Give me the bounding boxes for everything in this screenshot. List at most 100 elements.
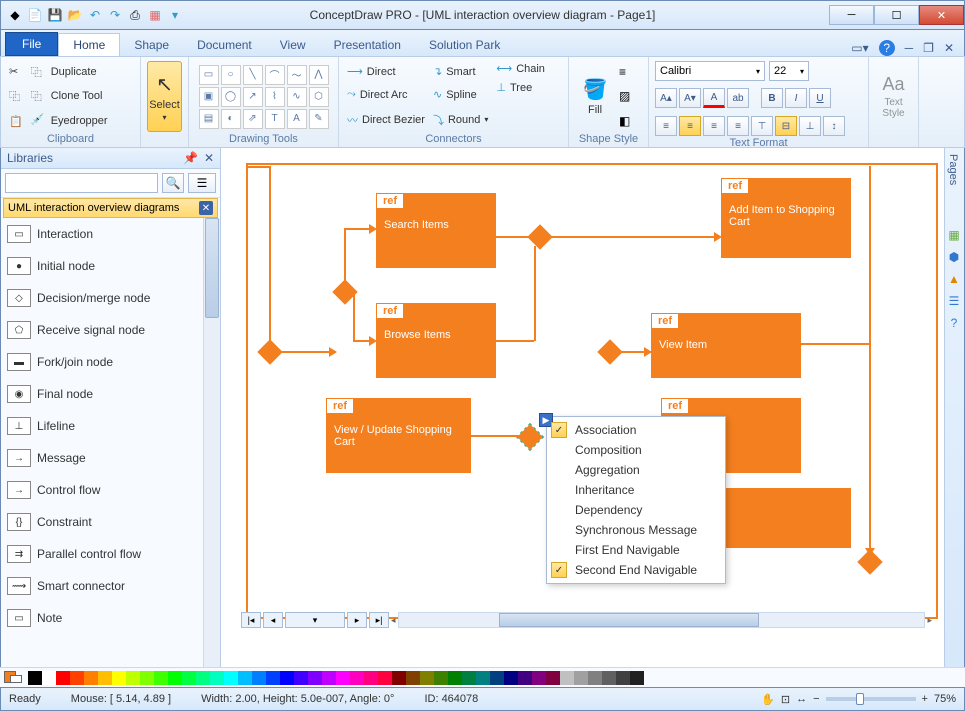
library-item[interactable]: ⬠Receive signal node [1, 314, 220, 346]
color-swatch[interactable] [126, 671, 140, 685]
ref-view-item[interactable]: ref View Item [651, 313, 801, 378]
help-icon[interactable]: ? [879, 40, 895, 56]
color-swatch[interactable] [378, 671, 392, 685]
ref-view-update-cart[interactable]: ref View / Update Shopping Cart [326, 398, 471, 473]
tool-13[interactable]: ▤ [199, 109, 219, 129]
color-swatch[interactable] [322, 671, 336, 685]
tool-11[interactable]: ∿ [287, 87, 307, 107]
color-swatch[interactable] [238, 671, 252, 685]
undo-icon[interactable]: ↶ [87, 7, 103, 23]
tab-presentation[interactable]: Presentation [320, 34, 415, 56]
tree-connector[interactable]: ⊥Tree [494, 80, 547, 95]
pages-panel-tab[interactable]: Pages ▦ ⬢ ▲ ☰ ? [944, 148, 964, 667]
context-menu-item[interactable]: Aggregation [547, 460, 725, 480]
color-swatch[interactable] [364, 671, 378, 685]
smart-connector[interactable]: ↴Smart [431, 64, 490, 79]
minimize-ribbon-icon[interactable]: ─ [905, 41, 914, 55]
style-icon[interactable]: ◧ [619, 114, 630, 128]
tool-18[interactable]: ✎ [309, 109, 329, 129]
color-swatch[interactable] [294, 671, 308, 685]
library-item[interactable]: ⇉Parallel control flow [1, 538, 220, 570]
color-swatch[interactable] [616, 671, 630, 685]
text-direction[interactable]: ↕ [823, 116, 845, 136]
zoom-slider[interactable] [826, 697, 916, 701]
color-swatch[interactable] [434, 671, 448, 685]
color-swatch[interactable] [252, 671, 266, 685]
color-swatch[interactable] [602, 671, 616, 685]
cut-button[interactable]: ✂ [7, 64, 25, 79]
decrease-font-button[interactable]: A▾ [679, 88, 701, 108]
prev-page-button[interactable]: ◂ [263, 612, 283, 628]
color-swatch[interactable] [560, 671, 574, 685]
save-icon[interactable]: 💾 [47, 7, 63, 23]
library-item[interactable]: ●Initial node [1, 250, 220, 282]
color-swatch[interactable] [350, 671, 364, 685]
tab-shape[interactable]: Shape [120, 34, 183, 56]
italic-button[interactable]: I [785, 88, 807, 108]
search-button[interactable]: 🔍 [162, 173, 184, 193]
library-item[interactable]: ⟿Smart connector [1, 570, 220, 602]
qat-dropdown-icon[interactable]: ▾ [167, 7, 183, 23]
open-icon[interactable]: 📂 [67, 7, 83, 23]
line-tool[interactable]: ╲ [243, 65, 263, 85]
context-menu-item[interactable]: Synchronous Message [547, 520, 725, 540]
library-item[interactable]: ▭Note [1, 602, 220, 634]
tab-document[interactable]: Document [183, 34, 266, 56]
color-swatch[interactable] [42, 671, 56, 685]
align-right[interactable]: ≡ [703, 116, 725, 136]
ref-box-lower[interactable] [721, 488, 851, 548]
ref-browse-items[interactable]: ref Browse Items [376, 303, 496, 378]
text-style-button[interactable]: Aa Text Style [875, 61, 912, 132]
shadow-icon[interactable]: ▨ [619, 89, 630, 103]
duplicate-button[interactable]: ⿻Duplicate [29, 63, 110, 81]
color-swatch[interactable] [280, 671, 294, 685]
line-style-icon[interactable]: ≡ [619, 65, 630, 79]
side-help-icon[interactable]: ? [951, 316, 958, 330]
font-size-combo[interactable]: 22▾ [769, 61, 809, 81]
library-item[interactable]: ▭Interaction [1, 218, 220, 250]
window-options-icon[interactable]: ▭▾ [851, 41, 868, 55]
library-item[interactable]: ◉Final node [1, 378, 220, 410]
tool-12[interactable]: ⬡ [309, 87, 329, 107]
color-swatch[interactable] [574, 671, 588, 685]
align-center[interactable]: ≡ [679, 116, 701, 136]
color-swatch[interactable] [490, 671, 504, 685]
font-color-button[interactable]: A [703, 88, 725, 108]
color-swatch[interactable] [70, 671, 84, 685]
align-left[interactable]: ≡ [655, 116, 677, 136]
color-swatch[interactable] [112, 671, 126, 685]
increase-font-button[interactable]: A▴ [655, 88, 677, 108]
tool-15[interactable]: ⇗ [243, 109, 263, 129]
pin-icon[interactable]: 📌 [183, 151, 198, 165]
context-menu-item[interactable]: Second End Navigable✓ [547, 560, 725, 580]
library-item[interactable]: →Control flow [1, 474, 220, 506]
color-swatch[interactable] [336, 671, 350, 685]
color-swatch[interactable] [168, 671, 182, 685]
tool-16[interactable]: T [265, 109, 285, 129]
library-item[interactable]: ▬Fork/join node [1, 346, 220, 378]
direct-arc-connector[interactable]: ⤳Direct Arc [345, 87, 427, 102]
side-icon-2[interactable]: ⬢ [949, 250, 959, 264]
curve-tool[interactable]: 〜 [287, 65, 307, 85]
context-menu-item[interactable]: Composition [547, 440, 725, 460]
color-swatch[interactable] [210, 671, 224, 685]
color-swatch[interactable] [196, 671, 210, 685]
color-swatch[interactable] [182, 671, 196, 685]
horizontal-scrollbar[interactable] [398, 612, 926, 628]
color-swatch[interactable] [154, 671, 168, 685]
color-swatch[interactable] [504, 671, 518, 685]
close-library-button[interactable]: ✕ [199, 201, 213, 215]
polyline-tool[interactable]: ⋀ [309, 65, 329, 85]
library-item[interactable]: ⊥Lifeline [1, 410, 220, 442]
underline-button[interactable]: U [809, 88, 831, 108]
align-justify[interactable]: ≡ [727, 116, 749, 136]
library-item[interactable]: {}Constraint [1, 506, 220, 538]
color-swatch[interactable] [56, 671, 70, 685]
restore-child-icon[interactable]: ❐ [923, 41, 934, 55]
page-menu-button[interactable]: ▾ [285, 612, 345, 628]
side-icon-4[interactable]: ☰ [949, 294, 960, 308]
color-swatch[interactable] [546, 671, 560, 685]
pan-icon[interactable]: ✋ [761, 693, 775, 706]
color-swatch[interactable] [98, 671, 112, 685]
maximize-button[interactable]: ☐ [874, 5, 919, 25]
